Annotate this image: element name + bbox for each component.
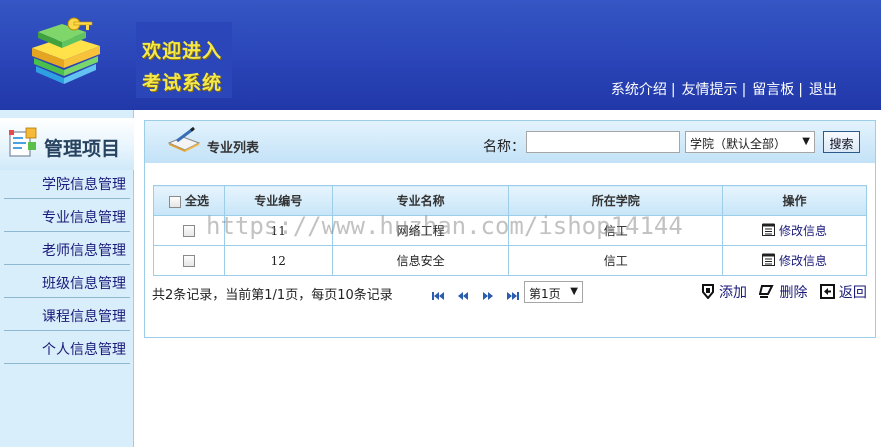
top-nav: 系统介绍 | 友情提示 | 留言板 | 退出 (611, 79, 837, 99)
major-list-panel: 专业列表 名称： 学院（默认全部） ▼ 搜索 全选 专业编号 专业名称 所在学院… (144, 120, 876, 338)
next-page-icon[interactable] (480, 290, 496, 302)
row-checkbox[interactable] (182, 225, 195, 237)
nav-separator: | (741, 82, 747, 98)
cell-major-name: 网络工程 (331, 215, 510, 246)
col-major-id: 专业编号 (223, 185, 333, 216)
document-icon (762, 253, 776, 266)
add-button[interactable]: 添加 (701, 282, 747, 302)
books-logo-icon (32, 17, 100, 84)
college-select[interactable]: 学院（默认全部） ▼ (685, 131, 815, 153)
sidebar-item-teacher[interactable]: 老师信息管理 (4, 232, 130, 265)
book-pen-icon (167, 127, 201, 152)
row-checkbox-cell (153, 215, 225, 246)
sidebar-item-class[interactable]: 班级信息管理 (4, 265, 130, 298)
select-all-header[interactable]: 全选 (153, 185, 225, 216)
panel-header: 专业列表 名称： 学院（默认全部） ▼ 搜索 (145, 121, 875, 163)
sidebar-header: 管理项目 (0, 118, 134, 170)
sidebar-item-course[interactable]: 课程信息管理 (4, 298, 130, 331)
nav-logout[interactable]: 退出 (809, 82, 837, 98)
cell-operation: 修改信息 (722, 215, 867, 246)
cell-college: 信工 (508, 215, 724, 246)
sidebar-item-major[interactable]: 专业信息管理 (4, 199, 130, 232)
nav-system-intro[interactable]: 系统介绍 (611, 82, 667, 98)
table-row: 12 信息安全 信工 修改信息 (153, 245, 867, 276)
logo-title-line2: 考试系统 (142, 72, 223, 94)
back-button-label: 返回 (838, 285, 867, 301)
pager (430, 288, 530, 303)
cell-major-name: 信息安全 (331, 245, 510, 276)
cell-major-id: 12 (223, 245, 333, 276)
chevron-down-icon: ▼ (802, 136, 810, 147)
edit-link[interactable]: 修改信息 (762, 223, 828, 238)
delete-button-label: 删除 (779, 285, 808, 301)
table-row: 11 网络工程 信工 修改信息 (153, 215, 867, 246)
nav-message-board[interactable]: 留言板 (752, 82, 794, 98)
eraser-icon (759, 285, 775, 298)
manage-icon (9, 127, 37, 157)
logo-text-block: 欢迎进入 考试系统 (136, 22, 232, 98)
delete-button[interactable]: 删除 (759, 282, 807, 302)
row-checkbox-cell (153, 245, 225, 276)
cell-major-id: 11 (223, 215, 333, 246)
major-table: 全选 专业编号 专业名称 所在学院 操作 11 网络工程 信工 修改信息 12 … (153, 185, 867, 276)
first-page-icon[interactable] (430, 290, 446, 302)
nav-separator: | (670, 82, 676, 98)
logo: 欢迎进入 考试系统 (28, 14, 232, 98)
select-all-checkbox[interactable] (168, 195, 181, 208)
name-label: 名称： (483, 139, 525, 155)
chevron-down-icon: ▼ (570, 286, 578, 297)
action-bar: 添加 删除 返回 (701, 282, 875, 302)
edit-link[interactable]: 修改信息 (762, 253, 828, 268)
name-search-input[interactable] (526, 131, 680, 153)
row-checkbox[interactable] (182, 255, 195, 267)
back-arrow-icon (819, 284, 835, 299)
nav-tips[interactable]: 友情提示 (682, 82, 738, 98)
search-button[interactable]: 搜索 (823, 131, 860, 153)
sidebar-item-college[interactable]: 学院信息管理 (4, 166, 130, 199)
page-select-value: 第1页 (529, 287, 561, 301)
nav-separator: | (798, 82, 803, 98)
cell-operation: 修改信息 (722, 245, 867, 276)
college-select-value: 学院（默认全部） (690, 137, 787, 151)
back-button[interactable]: 返回 (819, 282, 867, 302)
col-college: 所在学院 (508, 185, 724, 216)
cell-college: 信工 (508, 245, 724, 276)
select-all-label: 全选 (185, 194, 210, 208)
sidebar-item-personal[interactable]: 个人信息管理 (4, 331, 130, 364)
add-button-label: 添加 (719, 285, 747, 301)
col-major-name: 专业名称 (331, 185, 510, 216)
header-banner: 欢迎进入 考试系统 系统介绍 | 友情提示 | 留言板 | 退出 (0, 0, 881, 110)
edit-link-label: 修改信息 (779, 254, 828, 268)
col-operation: 操作 (722, 185, 867, 216)
logo-title-line1: 欢迎进入 (142, 40, 223, 62)
last-page-icon[interactable] (505, 290, 521, 302)
record-summary: 共2条记录，当前第1/1页，每页10条记录 (152, 288, 393, 303)
prev-page-icon[interactable] (455, 290, 471, 302)
page-select[interactable]: 第1页 ▼ (524, 281, 583, 303)
document-icon (762, 223, 776, 236)
edit-link-label: 修改信息 (779, 224, 828, 238)
sidebar-title: 管理项目 (44, 138, 121, 160)
table-header-row: 全选 专业编号 专业名称 所在学院 操作 (153, 185, 867, 216)
sidebar: 管理项目 学院信息管理 专业信息管理 老师信息管理 班级信息管理 课程信息管理 … (0, 110, 134, 447)
shield-add-icon (702, 284, 714, 300)
panel-title: 专业列表 (207, 141, 260, 156)
